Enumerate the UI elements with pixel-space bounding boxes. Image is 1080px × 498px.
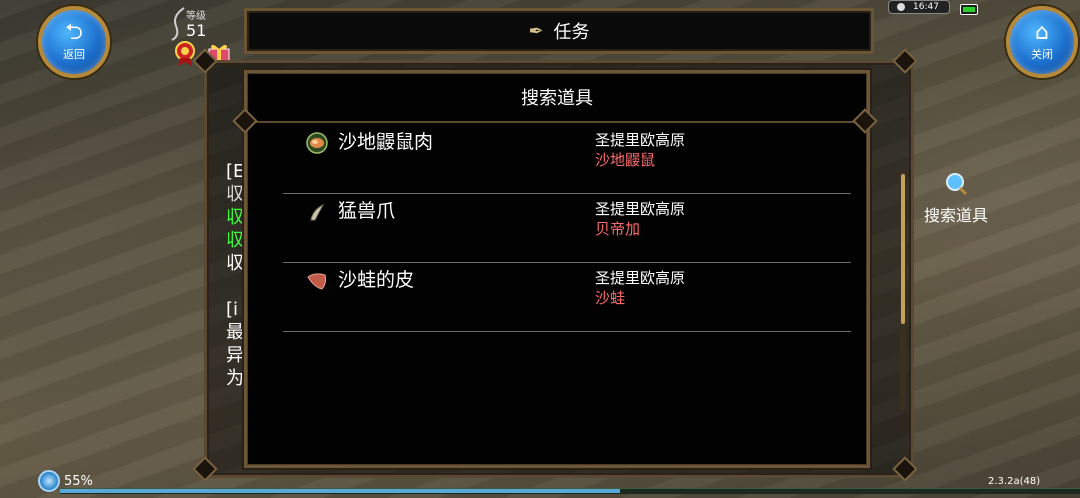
item-list: 沙地鼹鼠肉 圣提里欧高原 沙地鼹鼠 猛兽爪 圣提里欧高原 贝帝加 沙蛙的皮 圣提…: [283, 125, 851, 332]
item-source[interactable]: 贝帝加: [595, 218, 640, 239]
search-items-shortcut[interactable]: 搜索道具: [916, 172, 996, 226]
search-items-dialog: 搜索道具 沙地鼹鼠肉 圣提里欧高原 沙地鼹鼠 猛兽爪 圣提里欧高原 贝帝加 沙蛙: [244, 70, 870, 468]
item-source[interactable]: 沙地鼹鼠: [595, 149, 655, 170]
magnifier-icon: [946, 173, 968, 196]
task-scrollbar-thumb[interactable]: [901, 174, 905, 324]
version-label: 2.3.2a(48): [988, 476, 1041, 487]
home-icon: ⌂: [1035, 20, 1049, 45]
clock-icon: [897, 3, 905, 11]
item-name: 猛兽爪: [338, 200, 396, 222]
battery-percent: 55%: [64, 474, 93, 489]
list-item[interactable]: 沙地鼹鼠肉 圣提里欧高原 沙地鼹鼠: [283, 125, 851, 194]
item-region: 圣提里欧高原: [595, 200, 686, 218]
dialog-title: 搜索道具: [247, 73, 867, 123]
item-region: 圣提里欧高原: [595, 131, 686, 149]
task-panel-header: ✒ 任务: [244, 8, 874, 54]
item-name: 沙地鼹鼠肉: [338, 131, 434, 153]
close-button-label: 关闭: [1031, 48, 1053, 61]
battery-icon: [960, 4, 978, 15]
task-quill-icon: ✒: [528, 20, 544, 42]
level-label: 等级: [186, 11, 206, 22]
back-button[interactable]: ⮌ 返回: [38, 6, 110, 78]
back-button-label: 返回: [63, 48, 85, 61]
experience-bar-fill: [60, 489, 620, 493]
item-region: 圣提里欧高原: [595, 269, 686, 287]
hide-icon: [307, 273, 327, 290]
meat-icon: [306, 132, 328, 154]
search-items-shortcut-label: 搜索道具: [923, 206, 988, 225]
clock: 16:47: [888, 0, 950, 14]
item-source[interactable]: 沙蛙: [595, 287, 625, 308]
back-arrow-icon: ⮌: [65, 20, 83, 45]
settings-orb-icon[interactable]: [38, 470, 60, 492]
item-name: 沙蛙的皮: [338, 269, 415, 291]
list-item[interactable]: 猛兽爪 圣提里欧高原 贝帝加: [283, 194, 851, 263]
level-value: 51: [186, 21, 207, 40]
clock-time: 16:47: [913, 2, 939, 12]
task-panel-title: 任务: [553, 22, 590, 43]
list-item[interactable]: 沙蛙的皮 圣提里欧高原 沙蛙: [283, 263, 851, 332]
claw-icon: [310, 203, 325, 221]
close-button[interactable]: ⌂ 关闭: [1006, 6, 1078, 78]
